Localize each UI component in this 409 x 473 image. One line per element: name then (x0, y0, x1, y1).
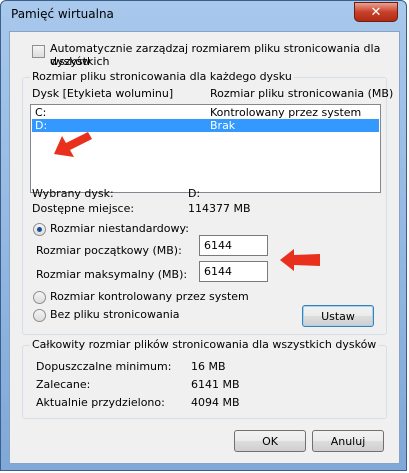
virtual-memory-dialog: Pamięć wirtualna ✕ Automatycznie zarządz… (0, 0, 407, 471)
per-drive-group-title: Rozmiar pliku stronicowania dla każdego … (30, 70, 294, 83)
totals-group-title: Całkowity rozmiar plików stronicowania d… (30, 338, 379, 351)
drive-paging-size: Kontrolowany przez system (210, 106, 362, 119)
cancel-button[interactable]: Anuluj (312, 430, 384, 452)
initial-size-input[interactable]: 6144 (199, 235, 268, 256)
allocated-label: Aktualnie przydzielono: (36, 396, 165, 409)
custom-size-radio[interactable] (33, 223, 46, 236)
dialog-body: Automatycznie zarządzaj rozmiarem pliku … (9, 31, 400, 464)
recommended-label: Zalecane: (36, 378, 91, 391)
ok-button[interactable]: OK (234, 430, 306, 452)
no-paging-label: Bez pliku stronicowania (50, 308, 180, 321)
ok-button-label: OK (262, 434, 278, 448)
title-bar[interactable]: Pamięć wirtualna ✕ (1, 1, 406, 31)
min-label: Dopuszczalne minimum: (36, 360, 172, 373)
auto-manage-label-line2: dysków (50, 55, 91, 68)
selected-drive-value: D: (188, 187, 201, 200)
system-managed-radio[interactable] (33, 291, 46, 304)
free-space-value: 114377 MB (188, 202, 251, 215)
min-value: 16 MB (191, 360, 226, 373)
set-button[interactable]: Ustaw (302, 305, 374, 327)
custom-size-label: Rozmiar niestandardowy: (50, 222, 189, 235)
allocated-value: 4094 MB (191, 396, 240, 409)
drive-row-c[interactable]: C: Kontrolowany przez system (32, 106, 379, 119)
selected-drive-label: Wybrany dysk: (32, 187, 114, 200)
annotation-arrow-icon (54, 132, 92, 157)
drive-paging-size: Brak (210, 119, 236, 132)
auto-manage-label-line1: Automatycznie zarządzaj rozmiarem pliku … (50, 42, 381, 68)
auto-manage-checkbox[interactable] (32, 45, 45, 58)
recommended-value: 6141 MB (191, 378, 240, 391)
size-column-header: Rozmiar pliku stronicowania (MB) (210, 87, 394, 100)
annotation-arrow-icon (280, 249, 320, 271)
system-managed-label: Rozmiar kontrolowany przez system (50, 290, 249, 303)
set-button-label: Ustaw (321, 309, 355, 323)
initial-size-label: Rozmiar początkowy (MB): (36, 244, 182, 257)
drive-letter: D: (35, 119, 48, 132)
close-button[interactable]: ✕ (354, 2, 398, 22)
no-paging-radio[interactable] (33, 309, 46, 322)
free-space-label: Dostępne miejsce: (32, 202, 135, 215)
close-icon: ✕ (370, 4, 382, 20)
drive-column-header: Dysk [Etykieta woluminu] (32, 87, 174, 100)
max-size-input[interactable]: 6144 (199, 261, 268, 282)
max-size-label: Rozmiar maksymalny (MB): (36, 268, 188, 281)
drive-letter: C: (35, 106, 47, 119)
window-title: Pamięć wirtualna (11, 7, 114, 21)
cancel-button-label: Anuluj (330, 434, 366, 448)
